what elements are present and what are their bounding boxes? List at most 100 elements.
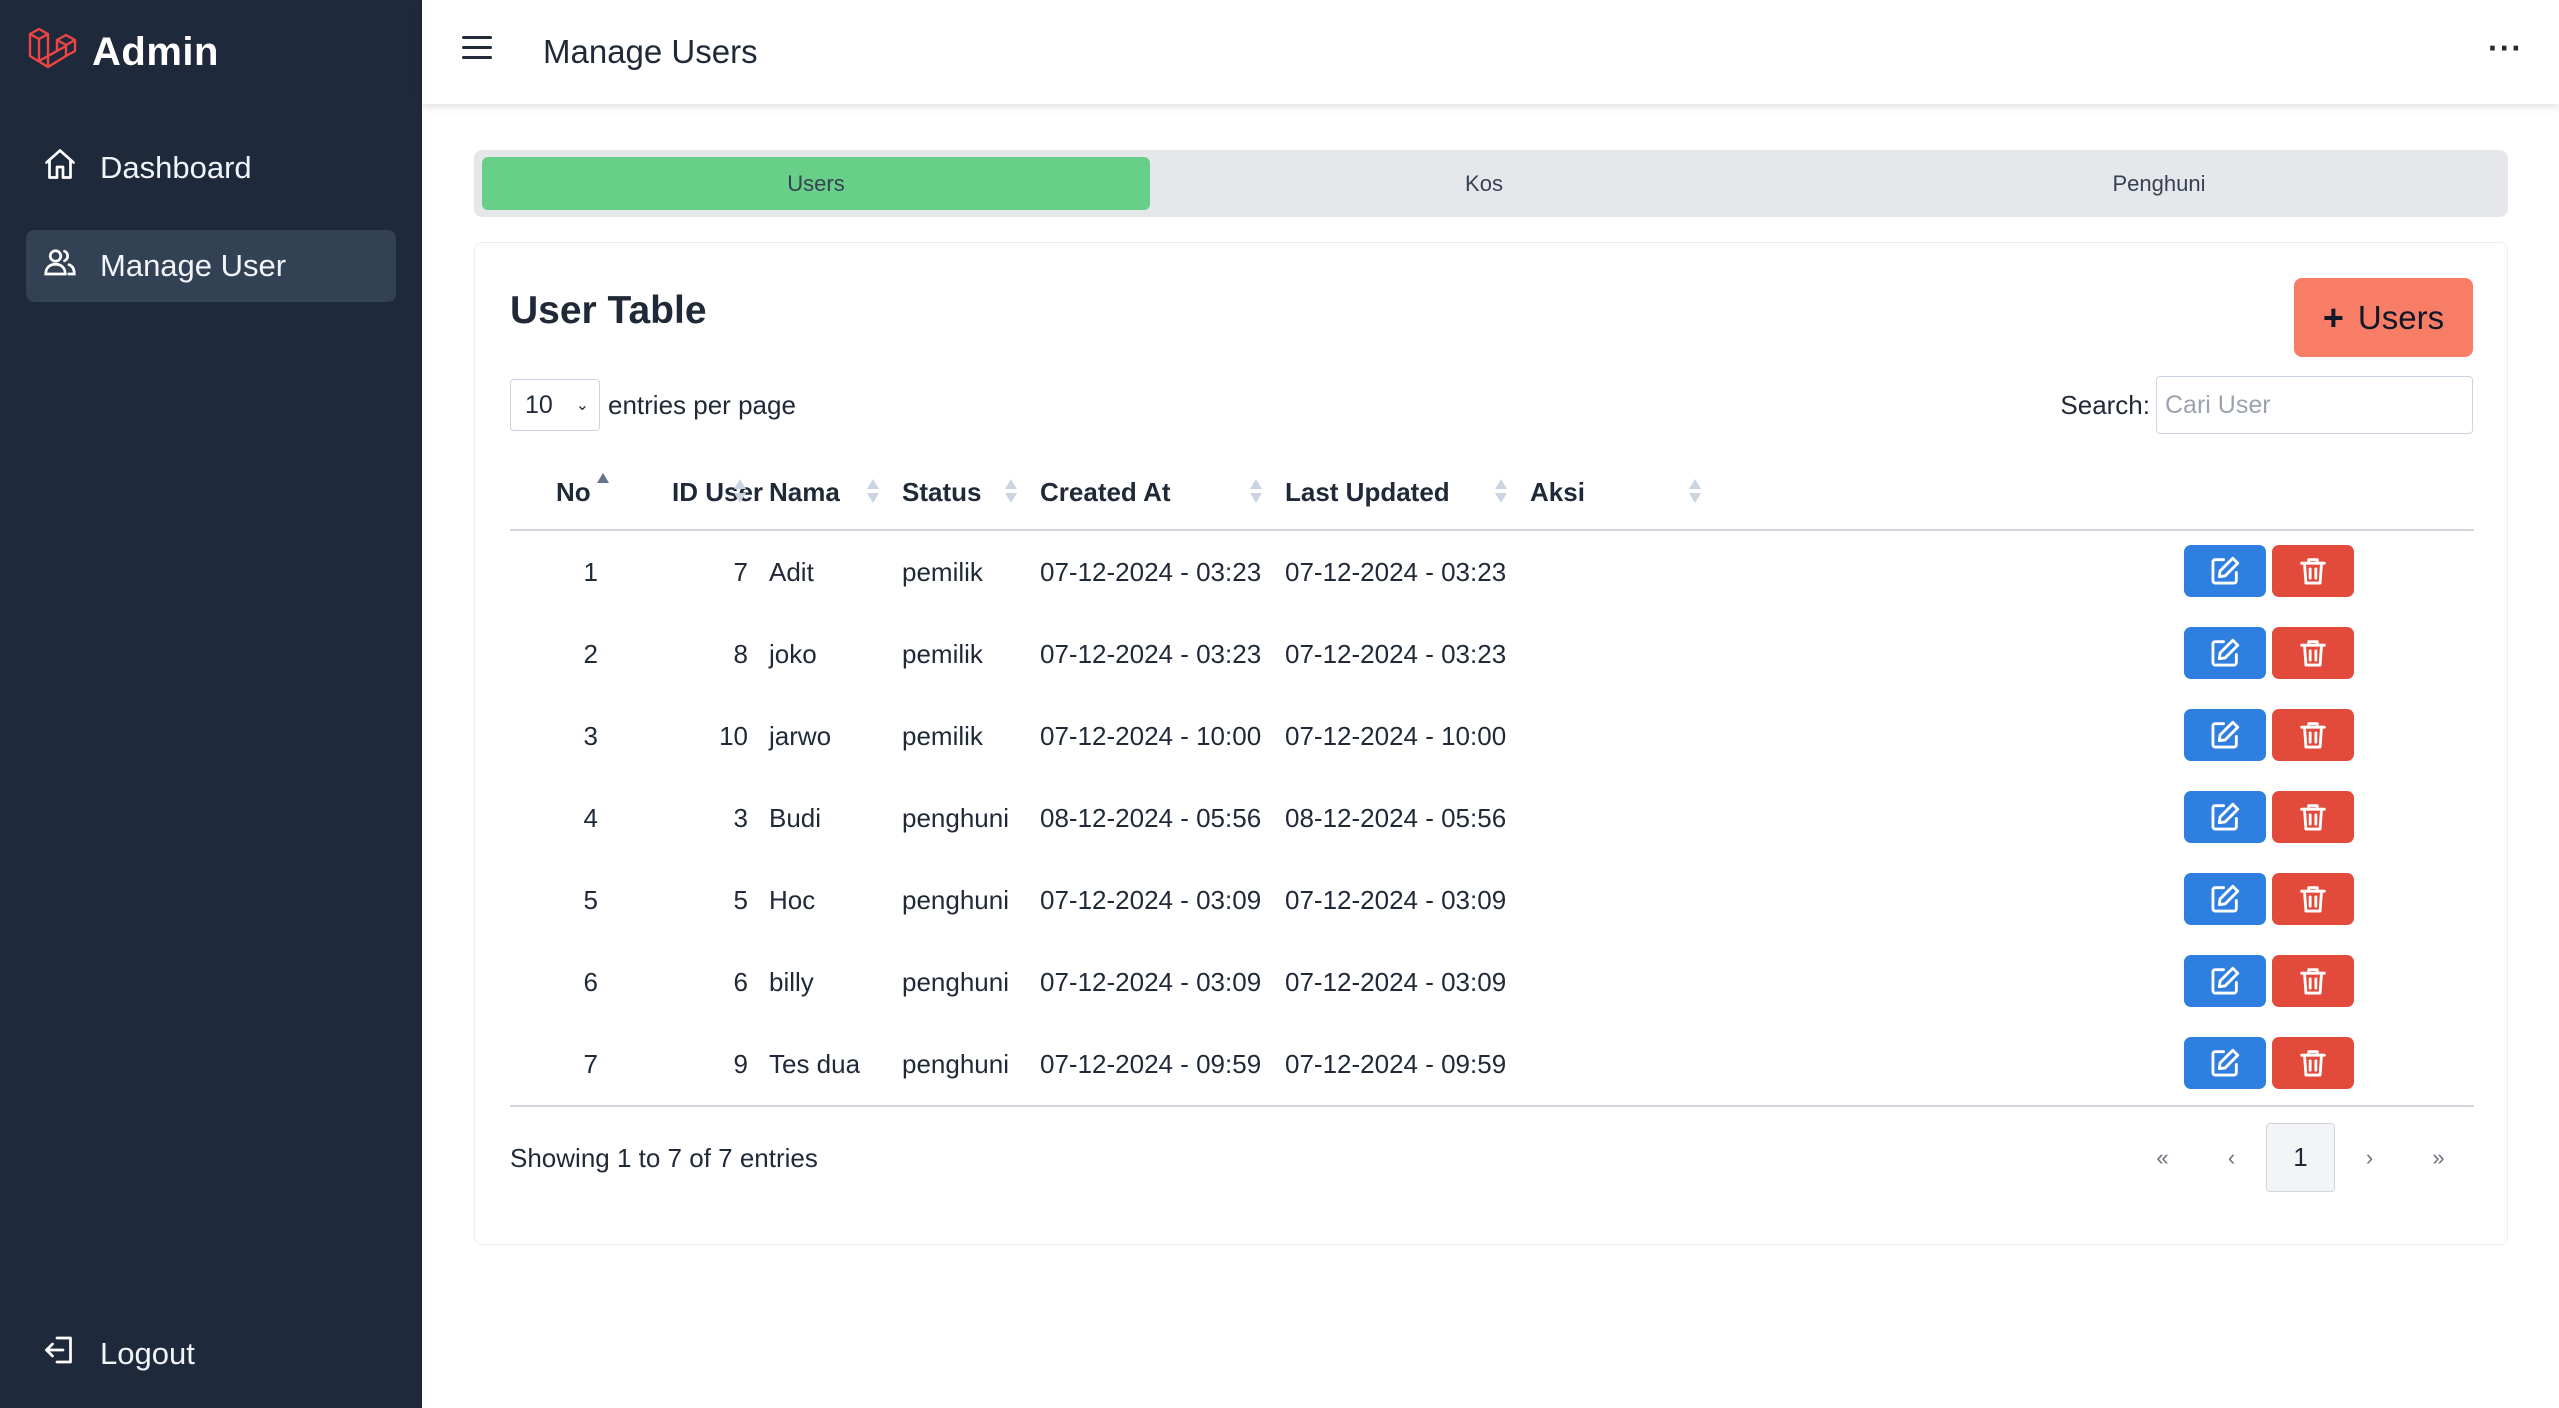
sort-asc-icon (596, 473, 609, 499)
entries-select[interactable]: 10 ⌄ (510, 379, 600, 431)
column-label: Status (902, 476, 982, 507)
cell-id-user: 8 (733, 638, 748, 669)
edit-user-button[interactable] (2184, 791, 2266, 843)
cell-last-updated: 07-12-2024 - 10:00 (1285, 720, 1507, 751)
cell-last-updated: 07-12-2024 - 03:09 (1285, 884, 1507, 915)
cell-created-at: 07-12-2024 - 03:23 (1040, 556, 1262, 587)
menu-toggle-icon[interactable] (462, 36, 492, 66)
cell-nama: Hoc (769, 884, 816, 915)
delete-user-button[interactable] (2272, 627, 2354, 679)
edit-user-button[interactable] (2184, 709, 2266, 761)
trash-icon (2296, 882, 2330, 916)
user-table-card: User Table + Users 10 ⌄ entries per page… (474, 242, 2508, 1245)
edit-icon (2208, 1046, 2242, 1080)
tab-kos[interactable]: Kos (1150, 157, 1818, 210)
column-header-aksi[interactable]: Aksi (1530, 453, 1585, 531)
sort-icon (1495, 479, 1507, 505)
delete-user-button[interactable] (2272, 545, 2354, 597)
edit-user-button[interactable] (2184, 955, 2266, 1007)
trash-icon (2296, 800, 2330, 834)
sidebar-item-label: Manage User (100, 248, 287, 283)
cell-created-at: 07-12-2024 - 03:09 (1040, 884, 1262, 915)
tab-users[interactable]: Users (482, 157, 1150, 210)
logout-icon (42, 1332, 100, 1376)
cell-created-at: 07-12-2024 - 09:59 (1040, 1048, 1262, 1079)
more-options-icon[interactable]: ··· (2488, 30, 2523, 67)
table-row: 3 10 jarwo pemilik 07-12-2024 - 10:00 07-12-2… (510, 695, 2474, 777)
brand-title: Admin (92, 29, 219, 74)
cell-nama: Adit (769, 556, 814, 587)
column-header-nama[interactable]: Nama (769, 453, 840, 531)
delete-user-button[interactable] (2272, 791, 2354, 843)
delete-user-button[interactable] (2272, 1037, 2354, 1089)
sidebar: Admin Dashboard Manage User Logout (0, 0, 422, 1408)
top-header: Manage Users ··· (422, 0, 2559, 104)
column-label: Last Updated (1285, 476, 1450, 507)
cell-status: pemilik (902, 720, 983, 751)
cell-status: penghuni (902, 884, 1009, 915)
delete-user-button[interactable] (2272, 873, 2354, 925)
trash-icon (2296, 964, 2330, 998)
trash-icon (2296, 718, 2330, 752)
prev-page-button[interactable]: ‹ (2197, 1123, 2266, 1192)
edit-user-button[interactable] (2184, 545, 2266, 597)
edit-icon (2208, 636, 2242, 670)
cell-status: penghuni (902, 802, 1009, 833)
column-header-created-at[interactable]: Created At (1040, 453, 1171, 531)
entries-label: entries per page (608, 389, 796, 420)
cell-status: pemilik (902, 638, 983, 669)
sort-icon (1250, 479, 1262, 505)
table-row: 1 7 Adit pemilik 07-12-2024 - 03:23 07-12-202… (510, 531, 2474, 613)
column-header-last-updated[interactable]: Last Updated (1285, 453, 1450, 531)
user-table: No ID User Nama Status Created At Last U… (510, 453, 2474, 1107)
edit-user-button[interactable] (2184, 627, 2266, 679)
tab-penghuni[interactable]: Penghuni (1818, 157, 2500, 210)
delete-user-button[interactable] (2272, 955, 2354, 1007)
first-page-button[interactable]: « (2128, 1123, 2197, 1192)
sort-icon (1005, 479, 1017, 505)
cell-id-user: 3 (733, 802, 748, 833)
table-info: Showing 1 to 7 of 7 entries (510, 1143, 818, 1173)
page-title: Manage Users (543, 33, 758, 70)
column-label: ID User (672, 476, 764, 507)
home-icon (42, 146, 100, 190)
column-header-status[interactable]: Status (902, 453, 981, 531)
column-header-no[interactable]: No (556, 453, 609, 531)
column-header-id-user[interactable]: ID User (672, 453, 763, 531)
edit-icon (2208, 554, 2242, 588)
add-user-label: Users (2357, 298, 2445, 336)
sort-icon (1689, 479, 1701, 505)
table-bottom-border (510, 1105, 2474, 1107)
brand[interactable]: Admin (26, 22, 219, 82)
column-label: Aksi (1530, 476, 1585, 507)
page-1-button[interactable]: 1 (2266, 1123, 2335, 1192)
entries-per-page: 10 ⌄ entries per page (510, 379, 796, 431)
card-title: User Table (510, 289, 707, 332)
cell-no: 2 (583, 638, 598, 669)
cell-created-at: 07-12-2024 - 03:23 (1040, 638, 1262, 669)
cell-status: pemilik (902, 556, 983, 587)
cell-last-updated: 07-12-2024 - 03:09 (1285, 966, 1507, 997)
cell-no: 3 (583, 720, 598, 751)
add-user-button[interactable]: + Users (2294, 278, 2473, 357)
cell-nama: joko (769, 638, 817, 669)
sidebar-item-manage-user[interactable]: Manage User (26, 230, 396, 302)
edit-icon (2208, 964, 2242, 998)
plus-icon: + (2322, 296, 2344, 338)
chevron-down-icon: ⌄ (575, 397, 589, 414)
edit-user-button[interactable] (2184, 1037, 2266, 1089)
column-label: Created At (1040, 476, 1171, 507)
search-input[interactable] (2156, 376, 2473, 434)
delete-user-button[interactable] (2272, 709, 2354, 761)
sidebar-item-dashboard[interactable]: Dashboard (26, 132, 396, 204)
trash-icon (2296, 636, 2330, 670)
sidebar-item-label: Logout (100, 1336, 195, 1371)
entries-value: 10 (525, 390, 553, 419)
sort-icon (734, 479, 746, 505)
next-page-button[interactable]: › (2335, 1123, 2404, 1192)
cell-no: 5 (583, 884, 598, 915)
sidebar-item-logout[interactable]: Logout (26, 1318, 396, 1390)
last-page-button[interactable]: » (2404, 1123, 2473, 1192)
cell-id-user: 9 (733, 1048, 748, 1079)
edit-user-button[interactable] (2184, 873, 2266, 925)
